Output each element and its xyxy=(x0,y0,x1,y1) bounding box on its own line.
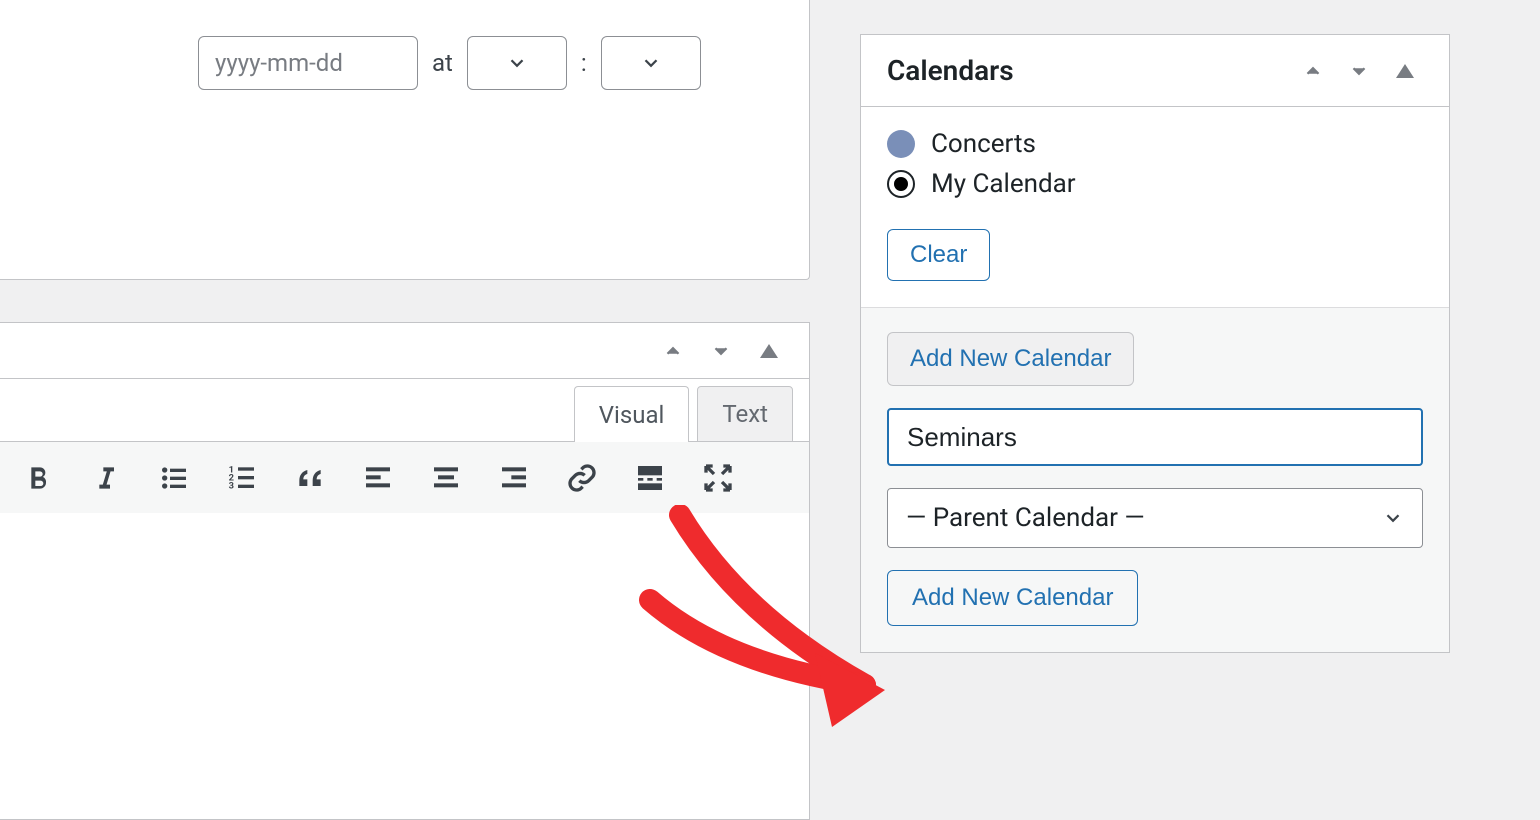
editor-panel-header xyxy=(0,323,809,379)
read-more-icon xyxy=(634,462,666,494)
time-colon: : xyxy=(581,49,587,77)
svg-text:3: 3 xyxy=(229,480,234,491)
numbered-list-button[interactable]: 123 xyxy=(213,450,271,506)
tab-text[interactable]: Text xyxy=(697,386,793,442)
align-center-button[interactable] xyxy=(417,450,475,506)
calendars-panel-header: Calendars xyxy=(861,35,1449,107)
editor-tab-row: Visual Text xyxy=(0,379,809,441)
calendar-item-my-calendar[interactable]: My Calendar xyxy=(887,169,1423,199)
fullscreen-button[interactable] xyxy=(689,450,747,506)
align-right-icon xyxy=(498,462,530,494)
calendars-panel: Calendars Concerts xyxy=(860,34,1450,653)
datetime-panel: yyyy-mm-dd at : xyxy=(0,0,810,280)
quote-icon xyxy=(294,462,326,494)
align-right-button[interactable] xyxy=(485,450,543,506)
at-label: at xyxy=(432,49,453,77)
panel-move-down[interactable] xyxy=(1337,51,1381,91)
chevron-up-icon xyxy=(1302,60,1324,82)
link-icon xyxy=(566,462,598,494)
chevron-down-icon xyxy=(640,52,662,74)
hour-select[interactable] xyxy=(467,36,567,90)
bullet-list-icon xyxy=(158,462,190,494)
triangle-up-icon xyxy=(760,344,778,358)
italic-icon xyxy=(90,462,122,494)
add-new-calendar-button[interactable]: Add New Calendar xyxy=(887,570,1138,626)
bold-button[interactable] xyxy=(9,450,67,506)
panel-move-up[interactable] xyxy=(651,331,695,371)
triangle-up-icon xyxy=(1396,64,1414,78)
calendar-label: Concerts xyxy=(931,129,1036,159)
editor-body[interactable] xyxy=(0,513,809,819)
calendars-list: Concerts My Calendar xyxy=(887,129,1423,199)
editor-panel: Visual Text 123 xyxy=(0,322,810,820)
clear-button[interactable]: Clear xyxy=(887,229,990,281)
bold-icon xyxy=(22,462,54,494)
fullscreen-icon xyxy=(702,462,734,494)
read-more-button[interactable] xyxy=(621,450,679,506)
align-left-button[interactable] xyxy=(349,450,407,506)
panel-move-up[interactable] xyxy=(1291,51,1335,91)
calendar-color-dot xyxy=(887,130,915,158)
radio-selected xyxy=(887,170,915,198)
chevron-down-icon xyxy=(710,340,732,362)
link-button[interactable] xyxy=(553,450,611,506)
toggle-add-calendar-button[interactable]: Add New Calendar xyxy=(887,332,1134,386)
parent-select-value: — Parent Calendar — xyxy=(906,503,1145,533)
minute-select[interactable] xyxy=(601,36,701,90)
chevron-up-icon xyxy=(662,340,684,362)
italic-button[interactable] xyxy=(77,450,135,506)
numbered-list-icon: 123 xyxy=(226,462,258,494)
add-calendar-form: Add New Calendar — Parent Calendar — Add… xyxy=(861,307,1449,652)
parent-calendar-select[interactable]: — Parent Calendar — xyxy=(887,488,1423,548)
panel-toggle[interactable] xyxy=(1383,51,1427,91)
panel-toggle[interactable] xyxy=(747,331,791,371)
align-left-icon xyxy=(362,462,394,494)
calendar-label: My Calendar xyxy=(931,169,1076,199)
panel-move-down[interactable] xyxy=(699,331,743,371)
align-center-icon xyxy=(430,462,462,494)
calendar-name-input[interactable] xyxy=(887,408,1423,466)
calendar-item-concerts[interactable]: Concerts xyxy=(887,129,1423,159)
bullet-list-button[interactable] xyxy=(145,450,203,506)
chevron-down-icon xyxy=(1348,60,1370,82)
blockquote-button[interactable] xyxy=(281,450,339,506)
chevron-down-icon xyxy=(506,52,528,74)
editor-toolbar: 123 xyxy=(0,441,809,513)
date-input[interactable]: yyyy-mm-dd xyxy=(198,36,418,90)
calendars-title: Calendars xyxy=(887,54,1014,87)
tab-visual[interactable]: Visual xyxy=(574,386,690,442)
chevron-down-icon xyxy=(1382,507,1404,529)
